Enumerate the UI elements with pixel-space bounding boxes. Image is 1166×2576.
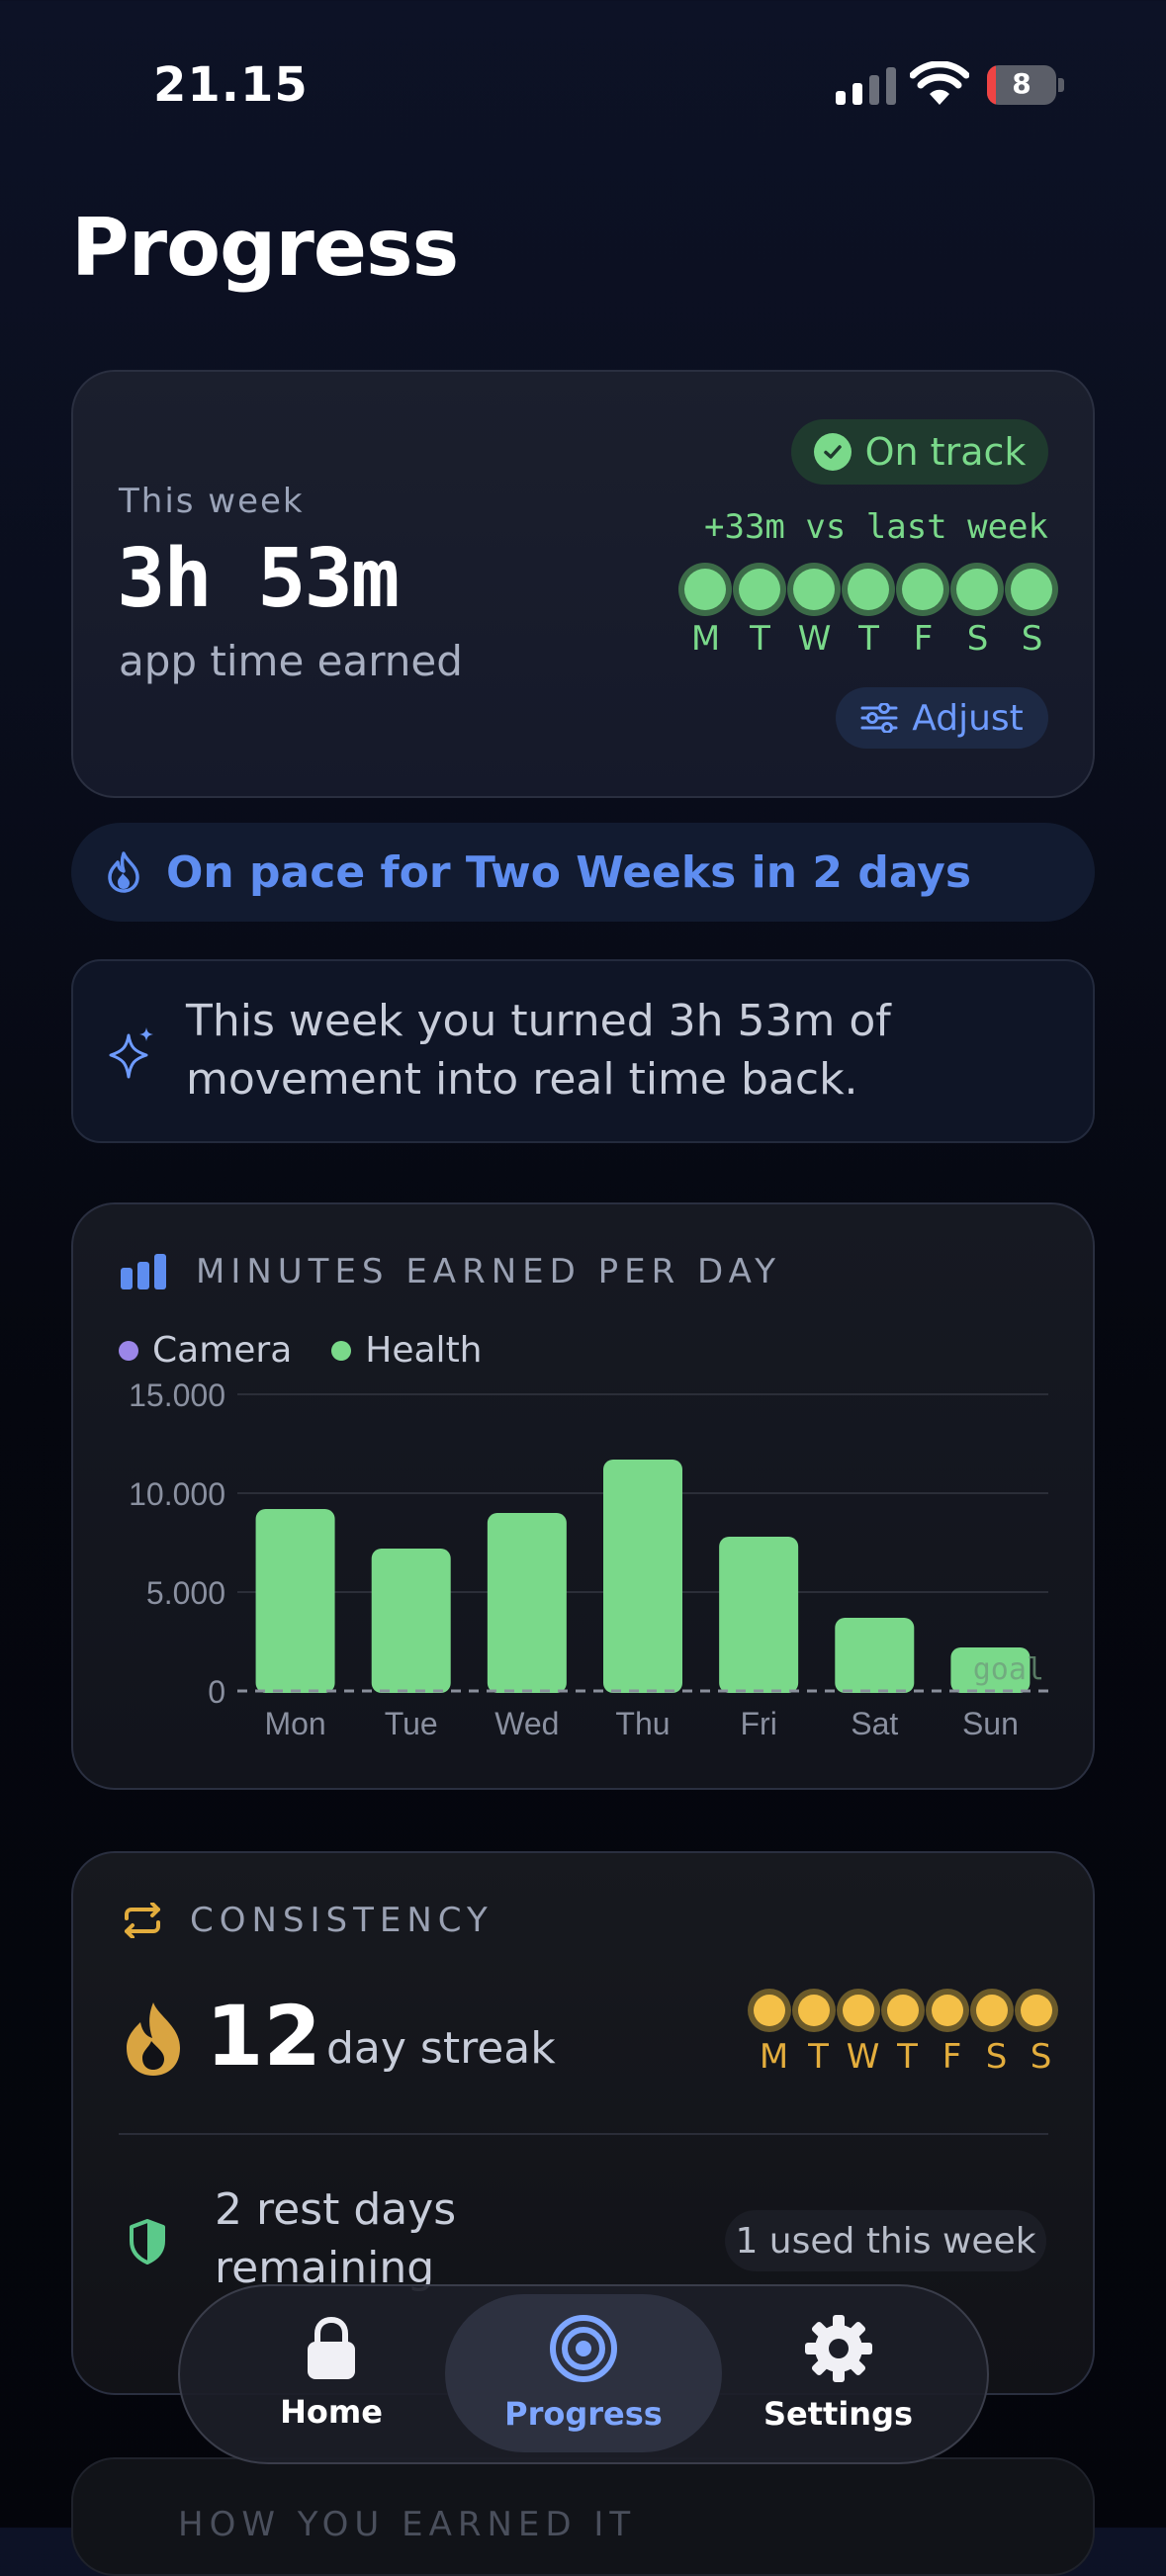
bar-fri	[719, 1537, 799, 1693]
day-dot	[684, 569, 726, 610]
streak-flame-icon	[127, 2002, 180, 2076]
day-letter: W	[797, 619, 832, 659]
pace-banner: On pace for Two Weeks in 2 days	[71, 823, 1095, 922]
day-dot	[798, 1995, 830, 2026]
week-subtitle: app time earned	[119, 637, 463, 685]
streak-day-letters: M T W T F S S	[752, 2037, 1063, 2077]
legend-dot	[119, 1340, 138, 1361]
battery-level: 8	[1012, 67, 1031, 100]
wifi-icon	[910, 61, 969, 105]
shield-icon	[130, 2219, 165, 2265]
lock-icon	[308, 2316, 355, 2379]
day-letter: S	[1021, 619, 1043, 659]
day-dot	[843, 1995, 874, 2026]
repeat-icon	[125, 1903, 160, 1938]
cellular-signal-icon	[836, 65, 896, 105]
day-letter: M	[759, 2037, 789, 2077]
day-letter: T	[897, 2037, 918, 2077]
week-day-dots	[684, 569, 1052, 610]
adjust-button[interactable]: Adjust	[836, 687, 1048, 749]
day-letter: F	[913, 619, 934, 659]
bar-mon	[255, 1509, 335, 1693]
target-icon	[550, 2315, 617, 2382]
gear-icon	[804, 2315, 872, 2382]
flame-icon	[108, 851, 139, 893]
day-dot	[754, 1995, 785, 2026]
day-dot	[848, 569, 889, 610]
minutes-bar-chart: 0 5.000 10.000 15.000 Mon Tue Wed Thu Fri Sat Sun g…	[129, 1377, 1048, 1741]
page-title: Progress	[71, 202, 459, 294]
bar-tue	[371, 1549, 451, 1693]
day-letter: W	[846, 2037, 880, 2077]
checkmark-icon	[813, 433, 852, 471]
consistency-title: CONSISTENCY	[190, 1901, 493, 1940]
day-letter: T	[808, 2037, 829, 2077]
y-tick-label: 10.000	[129, 1476, 225, 1512]
battery-icon: 8	[987, 65, 1064, 105]
day-dot	[1021, 1995, 1052, 2026]
bar-sat	[835, 1618, 915, 1693]
x-tick-label: Thu	[615, 1706, 670, 1741]
y-tick-label: 5.000	[146, 1575, 225, 1611]
day-letter: S	[966, 619, 989, 659]
streak-count: 12	[206, 1988, 321, 2085]
day-letter: S	[1030, 2037, 1052, 2077]
tab-progress-label: Progress	[504, 2395, 663, 2433]
week-time-value: 3h 53m	[117, 532, 400, 626]
tab-home-label: Home	[280, 2393, 383, 2431]
day-letter: T	[750, 619, 770, 659]
day-dot	[902, 569, 943, 610]
week-day-letters: M T W T F S S	[678, 619, 1059, 659]
week-label: This week	[119, 482, 305, 521]
bar-wed	[487, 1513, 567, 1693]
x-tick-label: Tue	[385, 1706, 438, 1741]
sparkles-icon	[109, 1027, 153, 1079]
streak-label: day streak	[326, 2023, 556, 2074]
adjust-label: Adjust	[912, 697, 1024, 739]
insight-text: This week you turned 3h 53m of movement …	[186, 996, 891, 1105]
day-dot	[956, 569, 998, 610]
day-dot	[1011, 569, 1052, 610]
x-tick-label: Fri	[740, 1706, 776, 1741]
tab-home[interactable]: Home	[227, 2294, 435, 2452]
x-tick-label: Wed	[494, 1706, 559, 1741]
rest-days-used-badge: 1 used this week	[725, 2210, 1046, 2271]
how-earned-title: HOW YOU EARNED IT	[178, 2505, 637, 2544]
minutes-chart-title: MINUTES EARNED PER DAY	[196, 1252, 781, 1291]
week-comparison: +33m vs last week	[704, 507, 1048, 547]
day-letter: M	[690, 619, 721, 659]
on-track-label: On track	[864, 430, 1027, 474]
day-dot	[976, 1995, 1008, 2026]
tab-progress[interactable]: Progress	[445, 2294, 722, 2452]
tab-settings[interactable]: Settings	[732, 2294, 944, 2452]
bar-chart-icon	[121, 1254, 166, 1289]
x-tick-label: Sat	[851, 1706, 898, 1741]
y-tick-label: 15.000	[129, 1377, 225, 1413]
y-tick-label: 0	[208, 1674, 225, 1710]
goal-label: goal	[973, 1652, 1044, 1687]
pace-text: On pace for Two Weeks in 2 days	[166, 846, 972, 898]
tab-settings-label: Settings	[762, 2395, 914, 2433]
x-tick-label: Mon	[264, 1706, 325, 1741]
day-letter: F	[942, 2037, 962, 2077]
day-dot	[887, 1995, 919, 2026]
day-dot	[739, 569, 780, 610]
legend-dot	[331, 1340, 352, 1361]
status-time: 21.15	[153, 57, 309, 113]
on-track-badge: On track	[791, 419, 1048, 485]
bar-thu	[603, 1460, 682, 1693]
day-dot	[932, 1995, 963, 2026]
x-tick-label: Sun	[962, 1706, 1019, 1741]
day-letter: T	[858, 619, 879, 659]
day-dot	[793, 569, 835, 610]
sliders-icon	[860, 703, 898, 733]
streak-day-dots	[754, 1995, 1052, 2026]
rest-days-text: 2 rest days remaining	[215, 2184, 457, 2293]
divider	[119, 2133, 1048, 2135]
day-letter: S	[985, 2037, 1008, 2077]
